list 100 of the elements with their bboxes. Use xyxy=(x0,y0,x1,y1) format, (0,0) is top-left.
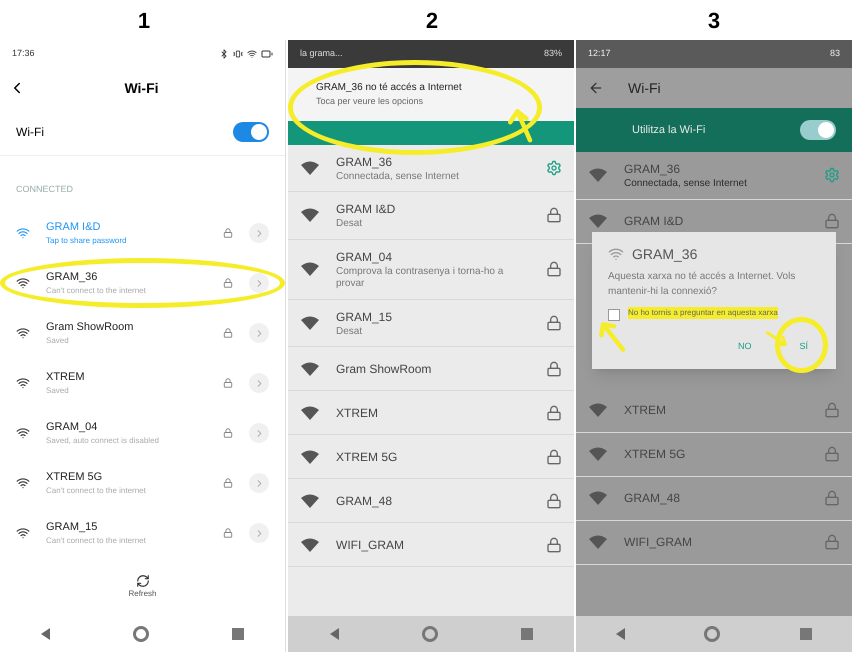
wifi-icon xyxy=(300,536,320,552)
panel-number: 1 xyxy=(138,6,150,34)
wifi-icon xyxy=(588,534,608,550)
details-button[interactable] xyxy=(249,323,269,343)
toggle-switch[interactable] xyxy=(233,122,269,142)
network-name: GRAM_36 xyxy=(46,270,98,285)
notification-card[interactable]: GRAM_36 no té accés a Internet Toca per veure les opcions xyxy=(288,68,574,120)
wifi-icon xyxy=(300,448,320,464)
network-name: WIFI_GRAM xyxy=(624,534,693,551)
network-row[interactable]: GRAM_36 Connectada, sense Internet xyxy=(576,152,852,200)
settings-icon[interactable] xyxy=(546,160,562,176)
panel-number: 3 xyxy=(708,6,720,34)
network-status: Desat xyxy=(336,326,364,338)
wifi-icon xyxy=(16,476,30,490)
network-name: XTREM 5G xyxy=(624,446,686,463)
network-row[interactable]: GRAM_48 xyxy=(288,479,574,523)
home-icon[interactable] xyxy=(704,626,720,642)
home-icon[interactable] xyxy=(132,626,149,642)
network-row[interactable]: XTREM 5G xyxy=(288,435,574,479)
details-button[interactable] xyxy=(249,373,269,393)
dialog-message: Aquesta xarxa no té accés a Internet. Vols mantenir-hi la connexió? xyxy=(608,270,796,298)
panel-number: 2 xyxy=(426,6,438,34)
screen-title: Wi-Fi xyxy=(123,78,160,98)
lock-icon xyxy=(223,478,233,488)
wifi-icon xyxy=(300,404,320,420)
network-name: GRAM_04 xyxy=(336,248,394,266)
network-row[interactable]: GRAM_15 Desat xyxy=(288,300,574,347)
network-name: GRAM_48 xyxy=(336,492,394,510)
section-header: CONNECTED xyxy=(16,184,74,194)
network-name: WIFI_GRAM xyxy=(336,536,405,554)
wifi-icon xyxy=(588,402,608,418)
network-status: Comprova la contrasenya i torna-ho a provar xyxy=(336,266,504,290)
network-row[interactable]: Gram ShowRoom xyxy=(288,347,574,391)
details-button[interactable] xyxy=(249,273,269,293)
lock-icon xyxy=(223,378,233,388)
refresh-icon[interactable] xyxy=(136,574,150,588)
network-name: GRAM_36 xyxy=(624,161,682,178)
wifi-icon xyxy=(247,49,257,59)
status-time: 12:17 xyxy=(588,47,611,60)
refresh-label[interactable]: Refresh xyxy=(128,588,156,600)
lock-icon xyxy=(824,490,840,506)
network-name: GRAM_48 xyxy=(624,490,682,507)
network-row[interactable]: WIFI_GRAM xyxy=(288,523,574,567)
wifi-icon xyxy=(300,314,320,331)
dialog-title: GRAM_36 xyxy=(632,244,698,264)
network-row[interactable]: GRAM_15 Can't connect to the internet xyxy=(0,508,285,558)
network-row[interactable]: GRAM_36 Can't connect to the internet xyxy=(0,258,285,308)
network-row[interactable]: Gram ShowRoom Saved xyxy=(0,308,285,358)
recents-icon[interactable] xyxy=(800,628,812,640)
wifi-icon xyxy=(16,376,30,390)
checkbox-label[interactable]: No ho tornis a preguntar en aquesta xarxa xyxy=(628,306,778,318)
annotation-arrow xyxy=(766,330,788,346)
network-name: XTREM xyxy=(46,370,86,385)
network-status: Saved xyxy=(46,335,70,348)
network-row[interactable]: GRAM_36 Connectada, sense Internet xyxy=(288,144,574,192)
wifi-icon xyxy=(588,213,608,229)
wifi-label: Wi-Fi xyxy=(16,124,44,140)
checkbox[interactable] xyxy=(608,308,620,320)
status-text: la grama... xyxy=(300,47,343,60)
network-row[interactable]: XTREM Saved xyxy=(0,358,285,408)
network-name: GRAM_15 xyxy=(336,308,394,326)
vibrate-icon xyxy=(233,49,243,59)
network-row[interactable]: GRAM_04 Saved, auto connect is disabled xyxy=(0,408,285,458)
wifi-icon xyxy=(300,360,320,376)
lock-icon xyxy=(546,261,562,277)
lock-icon xyxy=(223,428,233,438)
network-row[interactable]: XTREM xyxy=(288,391,574,435)
wifi-icon xyxy=(16,226,30,240)
lock-icon xyxy=(223,228,233,238)
network-row[interactable]: XTREM 5G Can't connect to the internet xyxy=(0,458,285,508)
wifi-icon xyxy=(300,261,320,277)
network-name: XTREM 5G xyxy=(46,470,104,485)
network-name: GRAM I&D xyxy=(624,213,684,230)
network-name: GRAM I&D xyxy=(46,220,102,235)
wifi-icon xyxy=(608,246,624,262)
network-status: Can't connect to the internet xyxy=(46,535,147,548)
details-button[interactable] xyxy=(249,423,269,443)
details-button[interactable] xyxy=(249,523,269,543)
lock-icon xyxy=(546,314,562,331)
bluetooth-icon xyxy=(219,49,229,59)
wifi-icon xyxy=(588,490,608,506)
recents-icon[interactable] xyxy=(232,628,244,640)
recents-icon[interactable] xyxy=(520,628,532,640)
toggle-switch[interactable] xyxy=(800,120,836,140)
wifi-icon xyxy=(300,492,320,508)
lock-icon xyxy=(546,536,562,552)
network-status: Desat xyxy=(336,218,364,230)
network-row[interactable]: GRAM I&D Desat xyxy=(288,192,574,240)
wifi-icon xyxy=(300,160,320,176)
network-row[interactable]: GRAM_04 Comprova la contrasenya i torna-ho a provar xyxy=(288,240,574,300)
details-button[interactable] xyxy=(249,473,269,493)
status-time: 17:36 xyxy=(12,47,35,60)
network-status: Can't connect to the internet xyxy=(46,285,147,298)
details-button[interactable] xyxy=(249,223,269,243)
wifi-icon xyxy=(588,167,608,184)
home-icon[interactable] xyxy=(422,626,438,642)
wifi-icon xyxy=(16,326,30,340)
lock-icon xyxy=(546,448,562,464)
network-name: XTREM 5G xyxy=(336,448,398,466)
wifi-icon xyxy=(16,426,30,440)
